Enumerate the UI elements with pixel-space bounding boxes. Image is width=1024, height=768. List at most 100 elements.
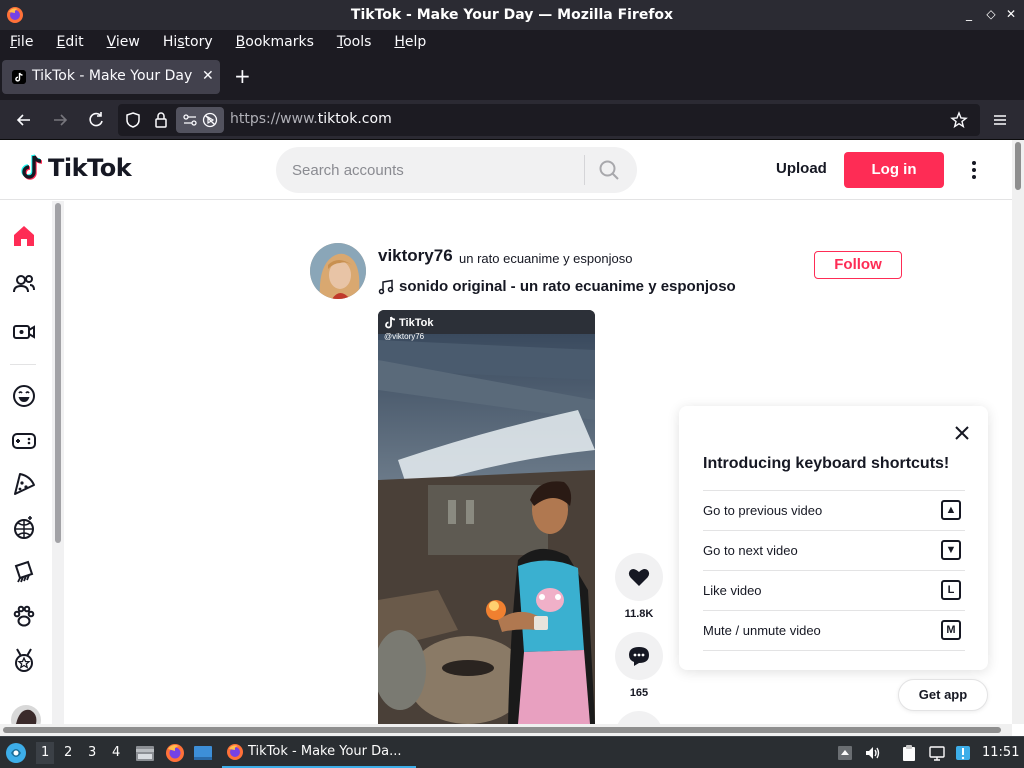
search-box (276, 147, 637, 193)
food-icon[interactable] (10, 470, 38, 498)
upload-button[interactable]: Upload (776, 160, 827, 177)
new-tab-button[interactable]: + (234, 64, 251, 88)
hamburger-icon (994, 115, 1006, 125)
minimize-button[interactable]: _ (962, 7, 976, 21)
page-scrollbar-thumb[interactable] (1015, 142, 1021, 190)
app-menu-button[interactable] (990, 110, 1010, 130)
author-avatar[interactable] (310, 243, 366, 299)
menu-file[interactable]: File (10, 34, 33, 50)
live-icon[interactable] (10, 318, 38, 346)
menu-bookmarks[interactable]: Bookmarks (236, 34, 314, 50)
lock-icon[interactable] (152, 111, 170, 129)
volume-icon[interactable] (864, 744, 882, 762)
url-text[interactable]: https://www.tiktok.com (230, 111, 392, 127)
workspace-2[interactable]: 2 (64, 745, 72, 760)
firefox-task-icon (227, 744, 243, 760)
application-launcher-icon[interactable] (4, 741, 28, 765)
tiktok-watermark-icon (385, 316, 396, 329)
login-button[interactable]: Log in (844, 152, 944, 188)
author-nickname[interactable]: un rato ecuanime y esponjoso (459, 251, 632, 266)
share-button[interactable] (615, 711, 663, 724)
comment-button[interactable] (615, 632, 663, 680)
tiktok-header: TikTok Upload Log in (0, 140, 1012, 200)
comment-count: 165 (629, 687, 649, 699)
home-icon[interactable] (10, 222, 38, 250)
file-manager-icon[interactable] (134, 742, 156, 764)
menu-history[interactable]: History (163, 34, 213, 50)
following-icon[interactable] (10, 270, 38, 298)
workspace-1[interactable]: 1 (36, 742, 55, 764)
shortcut-label: Go to next video (703, 543, 798, 558)
author-username[interactable]: viktory76 (378, 246, 453, 266)
search-input[interactable] (292, 159, 572, 181)
forward-button[interactable] (50, 110, 70, 130)
more-options-icon[interactable] (966, 158, 982, 182)
shortcut-label: Mute / unmute video (703, 623, 821, 638)
beauty-icon[interactable] (10, 558, 38, 586)
dance-icon[interactable] (10, 514, 38, 542)
back-button[interactable] (14, 110, 34, 130)
menu-edit[interactable]: Edit (56, 34, 83, 50)
workspace-3[interactable]: 3 (88, 745, 96, 760)
network-icon[interactable] (928, 744, 946, 762)
music-note-icon (378, 279, 394, 294)
shield-icon[interactable] (124, 111, 142, 129)
close-window-button[interactable]: ✕ (1004, 7, 1018, 21)
comedy-icon[interactable] (10, 382, 38, 410)
like-button[interactable] (615, 553, 663, 601)
sidebar-scrollbar[interactable] (52, 201, 64, 724)
notifications-icon[interactable] (954, 744, 972, 762)
desktop-icon[interactable] (192, 742, 214, 764)
search-icon[interactable] (598, 159, 620, 181)
tiktok-logo-text: TikTok (48, 154, 132, 182)
shortcut-row: Go to next video ▼ (703, 530, 965, 570)
music-title: sonido original - un rato ecuanime y esp… (399, 278, 736, 295)
page-vertical-scrollbar[interactable] (1012, 140, 1024, 724)
menu-help[interactable]: Help (394, 34, 426, 50)
watermark-brand: TikTok (399, 317, 434, 329)
tab-tiktok[interactable]: TikTok - Make Your Day ✕ (2, 60, 220, 94)
url-bar[interactable]: https://www.tiktok.com (118, 104, 980, 136)
shortcut-label: Go to previous video (703, 503, 823, 518)
bookmark-star-icon[interactable] (950, 111, 968, 129)
shortcuts-title: Introducing keyboard shortcuts! (703, 455, 950, 472)
clock: 11:51 (982, 745, 1020, 760)
gaming-icon[interactable] (10, 426, 38, 454)
shortcut-label: Like video (703, 583, 762, 598)
sports-icon[interactable] (10, 646, 38, 674)
account-avatar[interactable] (10, 702, 42, 724)
maximize-button[interactable]: ◇ (984, 7, 998, 21)
heart-icon (628, 569, 650, 586)
menu-tools[interactable]: Tools (337, 34, 372, 50)
task-label: TikTok - Make Your Da... (248, 744, 402, 759)
page-horizontal-scrollbar[interactable] (0, 724, 1012, 736)
workspace-4[interactable]: 4 (112, 745, 120, 760)
tiktok-logo[interactable]: TikTok (20, 154, 132, 182)
left-sidebar (0, 201, 64, 724)
autoplay-blocked-icon (202, 112, 218, 128)
video-player[interactable]: TikTok @viktory76 (378, 310, 595, 724)
watermark-handle: @viktory76 (384, 332, 425, 341)
music-link[interactable]: sonido original - un rato ecuanime y esp… (378, 278, 736, 295)
taskbar: 1 2 3 4 TikTok - Make Your Da... 11:51 (0, 736, 1024, 768)
menu-view[interactable]: View (107, 34, 140, 50)
horizontal-scrollbar-thumb[interactable] (3, 727, 1001, 733)
firefox-launcher-icon[interactable] (164, 742, 186, 764)
get-app-button[interactable]: Get app (898, 679, 988, 711)
video-frame (378, 310, 595, 724)
tray-arrow-icon[interactable] (836, 744, 854, 762)
reload-button[interactable] (86, 110, 106, 130)
close-icon[interactable] (953, 424, 971, 442)
follow-button[interactable]: Follow (814, 251, 902, 279)
tab-close-button[interactable]: ✕ (202, 68, 214, 84)
clipboard-icon[interactable] (900, 744, 918, 762)
menu-bar: File Edit View History Bookmarks Tools H… (0, 30, 1024, 54)
like-count: 11.8K (624, 608, 654, 620)
taskbar-task-firefox[interactable]: TikTok - Make Your Da... (222, 737, 416, 768)
sidebar-scrollbar-thumb[interactable] (55, 203, 61, 543)
search-divider (584, 155, 585, 185)
tiktok-page: TikTok Upload Log in (0, 140, 1012, 724)
shortcut-key-m: M (941, 620, 961, 640)
permissions-button[interactable] (176, 107, 224, 133)
animals-icon[interactable] (10, 602, 38, 630)
